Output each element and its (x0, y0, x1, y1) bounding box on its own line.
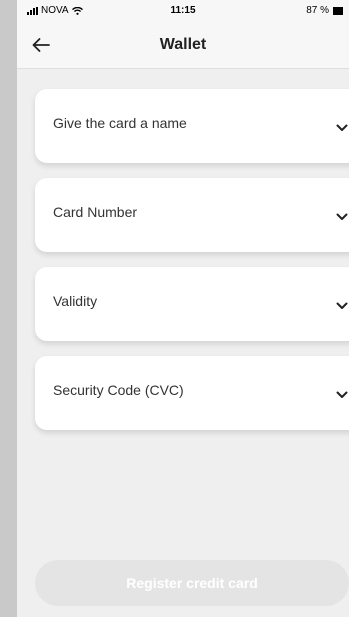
validity-field[interactable]: Validity (35, 267, 349, 341)
card-number-label: Card Number (53, 204, 138, 220)
chevron-down-icon (336, 391, 348, 398)
battery-percentage: 87 % (306, 5, 329, 16)
security-code-label: Security Code (CVC) (53, 382, 184, 398)
battery-icon (333, 6, 343, 15)
chevron-down-icon (336, 302, 348, 309)
chevron-down-icon (336, 124, 348, 131)
register-credit-card-button[interactable]: Register credit card (35, 560, 349, 606)
card-name-field[interactable]: Give the card a name (35, 89, 349, 163)
status-right: 87 % (306, 5, 343, 16)
card-name-label: Give the card a name (53, 115, 187, 131)
validity-label: Validity (53, 293, 98, 309)
card-number-field[interactable]: Card Number (35, 178, 349, 252)
chevron-down-icon (336, 213, 348, 220)
app-screen: NOVA 11:15 87 % Wallet Give the card a n… (17, 0, 349, 617)
status-bar: NOVA 11:15 87 % (17, 0, 349, 22)
clock: 11:15 (170, 5, 196, 16)
security-code-field[interactable]: Security Code (CVC) (35, 356, 349, 430)
page-title: Wallet (159, 36, 207, 53)
navigation-bar: Wallet (17, 22, 349, 69)
